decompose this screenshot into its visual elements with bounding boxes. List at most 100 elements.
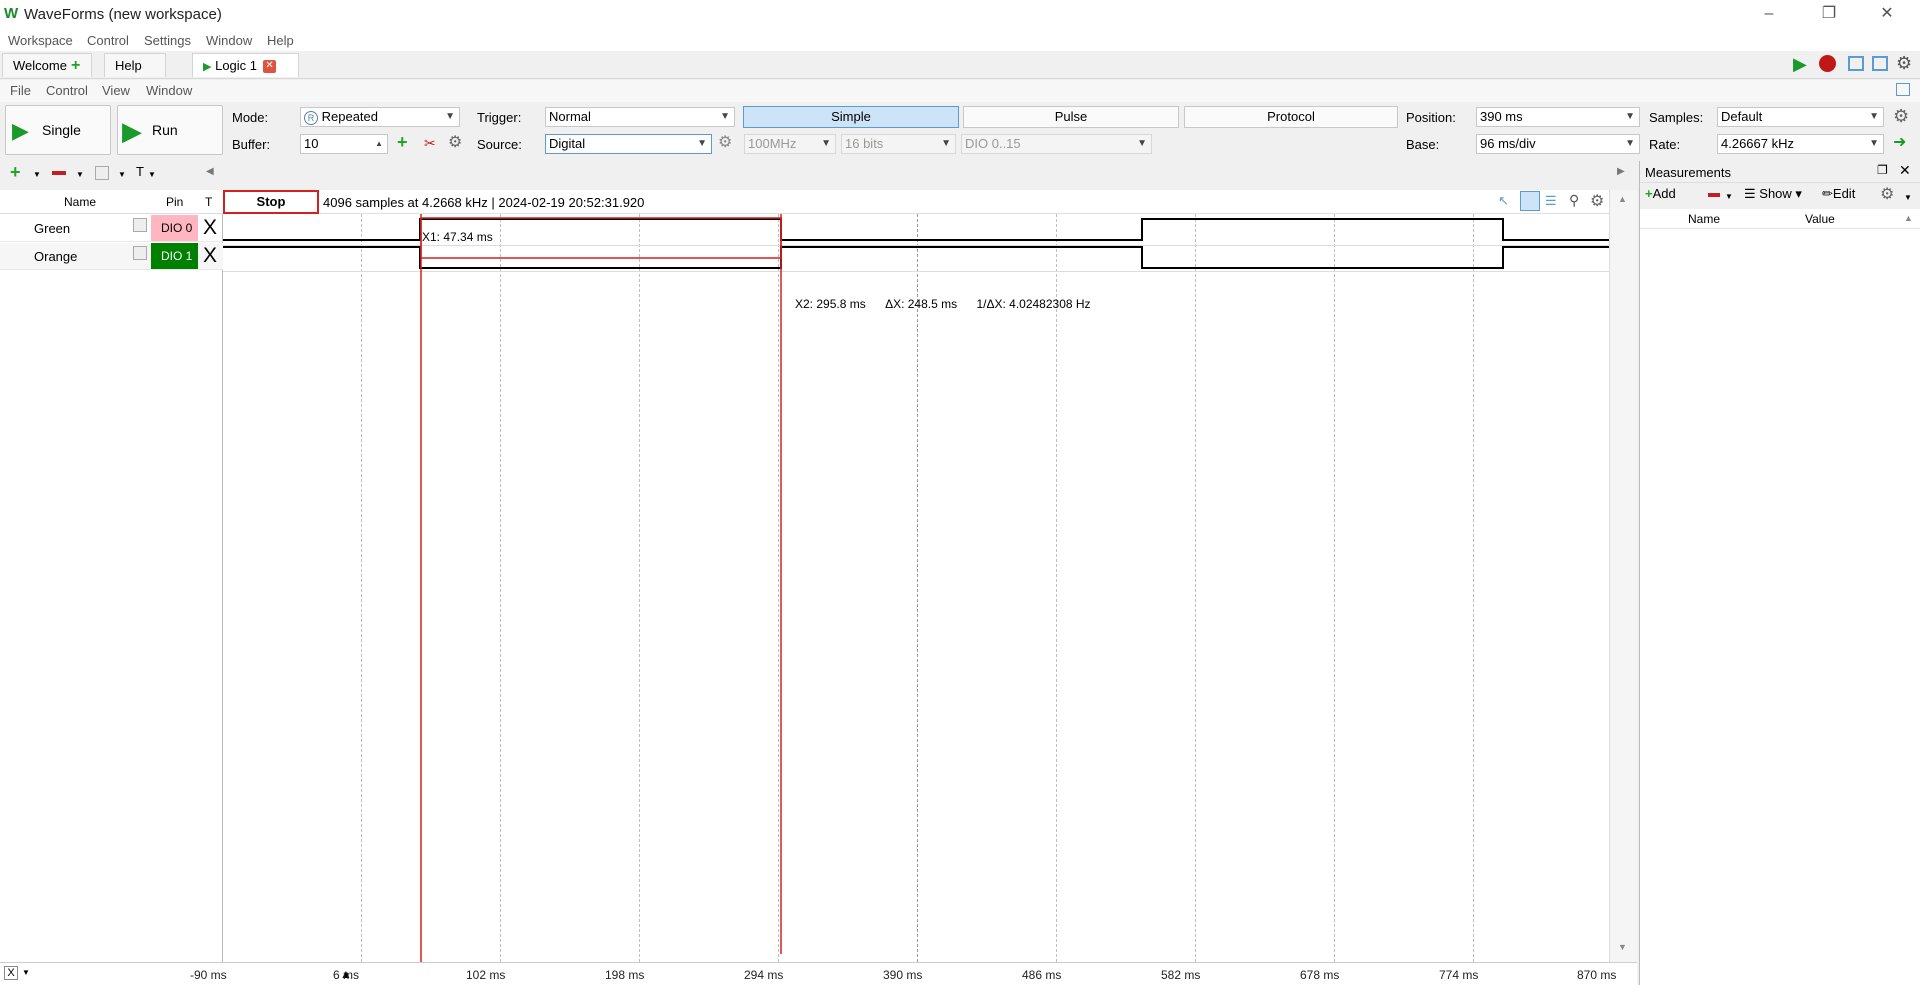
close-window-button[interactable]: ✕ xyxy=(1858,0,1916,29)
zoom-y-icon[interactable]: ☰ xyxy=(1545,193,1557,209)
text-tool-icon[interactable]: T xyxy=(136,164,144,179)
waveform-plot[interactable]: X1: 47.34 ms X2: 295.8 ms ΔX: 248.5 ms 1… xyxy=(223,214,1609,962)
restore-button[interactable]: ❐ xyxy=(1800,0,1858,29)
record-icon[interactable] xyxy=(1819,55,1836,72)
trigger-x-icon[interactable]: X xyxy=(203,216,217,240)
menu-view[interactable]: View xyxy=(102,83,130,98)
edit-channel-icon[interactable] xyxy=(133,218,147,232)
frequency-value: 100MHz xyxy=(748,136,797,151)
tab-help-label: Help xyxy=(115,58,142,73)
main-menu-bar: Workspace Control Settings Window Help xyxy=(0,29,1920,51)
add-measurement-button[interactable]: +Add xyxy=(1645,186,1676,201)
bits-value: 16 bits xyxy=(845,136,884,151)
chevron-down-icon[interactable]: ▼ xyxy=(148,170,156,179)
menu-help[interactable]: Help xyxy=(267,33,294,48)
run-button[interactable]: ▶ Run xyxy=(117,105,223,155)
position-select[interactable]: 390 ms ▼ xyxy=(1476,107,1640,127)
simple-trigger-button[interactable]: Simple xyxy=(743,106,959,128)
channel-toolbar: + ▼ ▼ ▼ T ▼ ◀ ▶ xyxy=(0,158,1637,190)
menu-window[interactable]: Window xyxy=(206,33,252,48)
chevron-down-icon[interactable]: ▼ xyxy=(118,170,126,179)
tab-bar: Welcome + Help ▶ Logic 1 ✕ ▶ ⚙ xyxy=(0,51,1920,79)
layout-icon[interactable] xyxy=(1848,56,1864,71)
axis-close-icon[interactable]: X xyxy=(4,966,18,980)
buffer-stepper[interactable]: 10 ▲ xyxy=(300,134,388,154)
edit-channel-icon[interactable] xyxy=(95,166,109,180)
cursor-x1-label[interactable]: X1: 47.34 ms xyxy=(422,230,493,244)
x-tick-label: 678 ms xyxy=(1300,968,1340,982)
close-tab-icon[interactable]: ✕ xyxy=(263,60,277,74)
channel-row[interactable]: Orange DIO 1 X xyxy=(0,243,223,270)
trigger-value: Normal xyxy=(549,109,591,124)
gear-icon[interactable]: ⚙ xyxy=(1896,53,1912,74)
add-channel-icon[interactable]: + xyxy=(10,162,21,183)
add-buffer-icon[interactable]: + xyxy=(397,132,408,153)
chevron-down-icon[interactable]: ▼ xyxy=(1725,192,1733,201)
float-panel-icon[interactable]: ❐ xyxy=(1877,163,1888,177)
tab-help[interactable]: Help xyxy=(104,53,166,77)
menu-workspace[interactable]: Workspace xyxy=(8,33,73,48)
rate-label: Rate: xyxy=(1649,137,1681,152)
mode-select[interactable]: R Repeated ▼ xyxy=(300,107,460,127)
chevron-down-icon[interactable]: ▼ xyxy=(1904,193,1912,202)
chevron-down-icon[interactable]: ▼ xyxy=(33,170,41,179)
remove-measurement-icon[interactable] xyxy=(1708,193,1720,197)
trigger-select[interactable]: Normal ▼ xyxy=(545,107,735,127)
dio-select[interactable]: DIO 0..15 ▼ xyxy=(961,134,1152,154)
remove-channel-icon[interactable] xyxy=(52,171,66,175)
source-select[interactable]: Digital ▼ xyxy=(545,134,712,154)
magnify-icon[interactable]: ⚲ xyxy=(1569,192,1579,209)
samples-select[interactable]: Default ▼ xyxy=(1717,107,1884,127)
pulse-trigger-button[interactable]: Pulse xyxy=(963,106,1179,128)
scroll-left-icon[interactable]: ◀ xyxy=(206,166,214,177)
cursor-inv-dx-label: 1/ΔX: 4.02482308 Hz xyxy=(976,297,1091,311)
dock-icon[interactable] xyxy=(1896,83,1910,96)
chevron-down-icon[interactable]: ▼ xyxy=(76,170,84,179)
trigger-x-icon[interactable]: X xyxy=(203,244,217,268)
close-panel-icon[interactable]: ✕ xyxy=(1899,162,1911,179)
channel-row[interactable]: Green DIO 0 X xyxy=(0,215,223,242)
menu-settings[interactable]: Settings xyxy=(144,33,191,48)
bits-select[interactable]: 16 bits ▼ xyxy=(841,134,956,154)
stepper-icon[interactable]: ▲ xyxy=(375,135,383,153)
measurements-header: Measurements ❐ ✕ xyxy=(1640,161,1920,183)
buffer-settings-icon[interactable]: ⚙ xyxy=(448,132,462,152)
scroll-up-icon[interactable]: ▲ xyxy=(1618,194,1627,204)
measurement-settings-icon[interactable]: ⚙ xyxy=(1880,184,1894,204)
acquisition-settings-icon[interactable]: ⚙ xyxy=(1893,106,1909,127)
single-button[interactable]: ▶ Single xyxy=(5,105,111,155)
x-tick-label: 294 ms xyxy=(744,968,784,982)
protocol-trigger-button[interactable]: Protocol xyxy=(1184,106,1398,128)
zoom-x-icon[interactable] xyxy=(1520,191,1540,211)
play-icon: ▶ xyxy=(203,61,212,73)
scissors-icon[interactable]: ✂ xyxy=(424,135,436,152)
rate-select[interactable]: 4.26667 kHz ▼ xyxy=(1717,134,1884,154)
frequency-select[interactable]: 100MHz ▼ xyxy=(744,134,836,154)
add-tab-icon[interactable]: + xyxy=(71,54,80,77)
show-button[interactable]: ☰ Show ▾ xyxy=(1744,186,1802,202)
scroll-up-icon[interactable]: ▲ xyxy=(1904,213,1913,223)
run-all-icon[interactable]: ▶ xyxy=(1793,54,1807,75)
chevron-down-icon[interactable]: ▼ xyxy=(22,968,30,977)
source-settings-icon[interactable]: ⚙ xyxy=(718,132,732,152)
menu-control-sub[interactable]: Control xyxy=(46,83,88,98)
scroll-down-icon[interactable]: ▼ xyxy=(1618,942,1627,952)
scroll-right-icon[interactable]: ▶ xyxy=(1617,166,1625,177)
edit-button[interactable]: ✏Edit xyxy=(1822,186,1855,202)
menu-control[interactable]: Control xyxy=(87,33,129,48)
minimize-button[interactable]: – xyxy=(1740,0,1798,29)
tab-logic[interactable]: ▶ Logic 1 ✕ xyxy=(192,53,299,77)
source-value: Digital xyxy=(549,136,586,151)
base-select[interactable]: 96 ms/div ▼ xyxy=(1476,134,1640,154)
menu-file[interactable]: File xyxy=(10,83,31,98)
x-tick-label: 870 ms xyxy=(1577,968,1617,982)
arrow-right-icon[interactable]: ➜ xyxy=(1893,132,1906,152)
vertical-scrollbar[interactable]: ▲ ▼ xyxy=(1609,190,1637,966)
menu-window-sub[interactable]: Window xyxy=(146,83,192,98)
stop-status-badge[interactable]: Stop xyxy=(223,190,319,214)
plot-settings-icon[interactable]: ⚙ xyxy=(1590,191,1604,211)
cursor-tool-icon[interactable]: ↖ xyxy=(1498,193,1509,209)
tab-welcome[interactable]: Welcome + xyxy=(2,53,92,77)
edit-channel-icon[interactable] xyxy=(133,246,147,260)
split-icon[interactable] xyxy=(1872,56,1888,71)
